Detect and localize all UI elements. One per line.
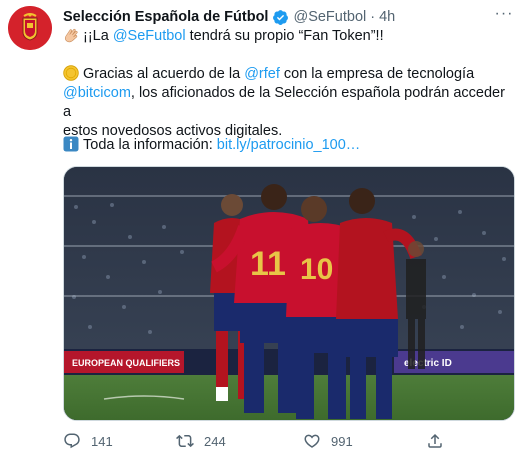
tweet-card[interactable]: Selección Española de Fútbol @SeFutbol ·… xyxy=(0,0,527,459)
share-button[interactable] xyxy=(426,430,454,452)
tweet-time[interactable]: 4h xyxy=(379,9,395,25)
text-segment: Toda la información: xyxy=(83,137,217,153)
paragraph-3: Toda la información: bit.ly/patrocinio_1… xyxy=(63,136,360,155)
text-segment: tendrá su propio “Fan Token”!! xyxy=(185,28,384,44)
coin-icon xyxy=(63,65,79,81)
text-segment: ¡¡La xyxy=(83,28,113,44)
tweet-header: Selección Española de Fútbol @SeFutbol ·… xyxy=(63,6,517,28)
author-name[interactable]: Selección Española de Fútbol xyxy=(63,9,268,25)
rfef-crest-icon xyxy=(8,6,52,50)
reply-button[interactable]: 141 xyxy=(63,430,113,452)
retweet-count: 244 xyxy=(204,433,226,449)
reply-count: 141 xyxy=(91,433,113,449)
separator-dot: · xyxy=(370,9,376,25)
paragraph-1: ¡¡La @SeFutbol tendrá su propio “Fan Tok… xyxy=(63,27,384,46)
text-segment: Gracias al acuerdo de la xyxy=(83,66,245,82)
reply-icon xyxy=(64,433,80,449)
tweet-actions: 141 244 991 xyxy=(63,430,515,452)
heart-icon xyxy=(304,434,320,448)
shirt-number-left: 11 xyxy=(250,245,286,283)
tweet-link[interactable]: bit.ly/patrocinio_100… xyxy=(217,137,360,153)
tweet-photo[interactable]: EUROPEAN QUALIFIERS electric ID 11 10 xyxy=(63,166,515,421)
retweet-icon xyxy=(176,434,194,448)
verified-badge-icon xyxy=(272,9,289,26)
mention-bitcicom[interactable]: @bitcicom xyxy=(63,85,131,101)
like-count: 991 xyxy=(331,433,353,449)
avatar[interactable] xyxy=(8,6,52,50)
text-segment: con la empresa de tecnología xyxy=(279,66,475,82)
mention-sefutbol[interactable]: @SeFutbol xyxy=(113,28,186,44)
share-icon xyxy=(428,433,442,448)
mention-rfef[interactable]: @rfef xyxy=(244,66,280,82)
information-icon xyxy=(63,136,79,152)
more-options-icon[interactable]: ··· xyxy=(493,6,515,26)
banner-european-qualifiers: EUROPEAN QUALIFIERS xyxy=(72,358,180,368)
team-celebration-photo: EUROPEAN QUALIFIERS electric ID 11 10 xyxy=(64,167,514,420)
clapping-hands-icon xyxy=(63,27,79,43)
shirt-number-center: 10 xyxy=(300,253,333,286)
author-handle[interactable]: @SeFutbol xyxy=(293,9,366,25)
retweet-button[interactable]: 244 xyxy=(176,430,226,452)
like-button[interactable]: 991 xyxy=(303,430,353,452)
paragraph-2: Gracias al acuerdo de la @rfef con la em… xyxy=(63,65,515,141)
